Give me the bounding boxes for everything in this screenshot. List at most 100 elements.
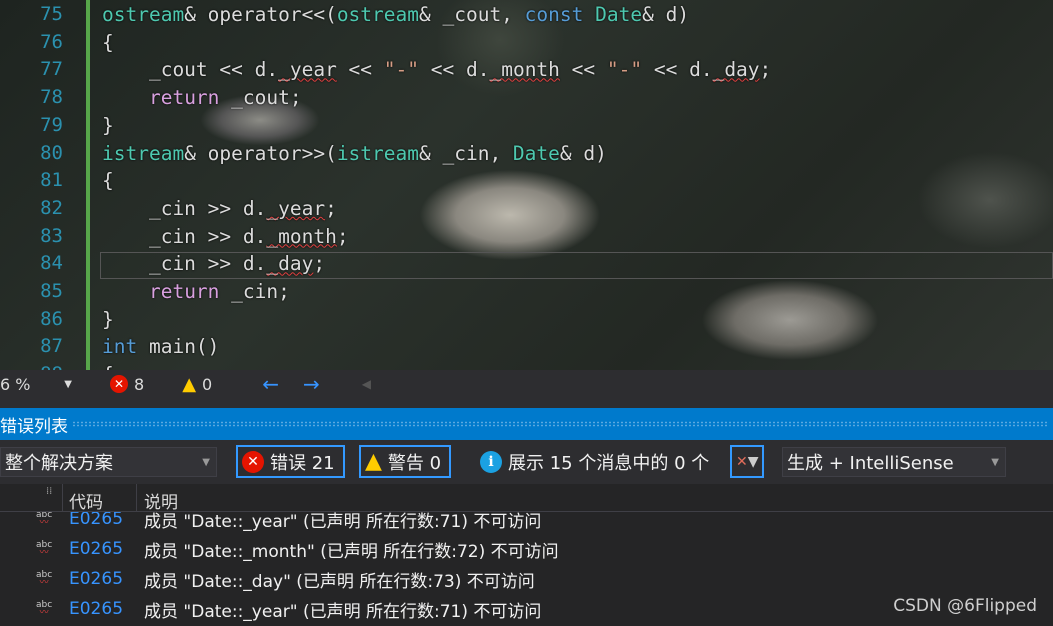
- chevron-down-icon: ▼: [202, 456, 210, 468]
- code-token: return: [148, 280, 220, 303]
- error-icon: ✕: [110, 375, 128, 393]
- code-token: ;: [336, 224, 349, 248]
- error-code-link[interactable]: E0265: [69, 569, 123, 589]
- error-row[interactable]: abc 〰 E0265 成员 "Date::_year" (已声明 所在行数:71) …: [0, 512, 1053, 534]
- watermark: CSDN @6Flipped: [893, 596, 1037, 616]
- warning-icon: ▲: [182, 373, 197, 395]
- spelling-error-icon: abc 〰: [36, 600, 53, 618]
- code-token: & _cout,: [419, 3, 525, 26]
- line-number: 85: [40, 280, 63, 302]
- code-token: _year: [266, 196, 326, 220]
- errors-filter-button[interactable]: ✕ 错误 21: [236, 445, 345, 478]
- code-line[interactable]: {: [102, 169, 114, 192]
- code-line[interactable]: _cin >> d._month;: [102, 225, 349, 248]
- code-line[interactable]: istream& operator>>(istream& _cin, Date&…: [102, 142, 607, 165]
- spelling-error-icon: abc 〰: [36, 512, 53, 528]
- code-token: <<: [559, 58, 607, 82]
- error-code-link[interactable]: E0265: [69, 599, 123, 619]
- code-line[interactable]: }: [102, 308, 114, 331]
- error-description: 成员 "Date::_month" (已声明 所在行数:72) 不可访问: [144, 541, 559, 562]
- error-icon: ✕: [242, 450, 264, 473]
- code-token: << d.: [642, 58, 713, 82]
- line-number: 82: [40, 196, 63, 219]
- arrow-right-icon[interactable]: →: [303, 372, 320, 396]
- code-token: ostream: [102, 3, 185, 26]
- error-list-title-bar: 错误列表: [0, 408, 1053, 440]
- code-token: {: [102, 169, 114, 193]
- code-token: }: [102, 113, 114, 137]
- drag-grip[interactable]: [72, 421, 1049, 427]
- code-token: & d): [559, 141, 607, 165]
- code-line[interactable]: }: [102, 114, 114, 137]
- line-number: 78: [40, 86, 63, 109]
- code-token: istream: [102, 141, 185, 165]
- code-token: return: [148, 86, 220, 110]
- code-token: & _cin,: [419, 141, 513, 165]
- warning-count[interactable]: 0: [202, 375, 212, 394]
- error-description: 成员 "Date::_day" (已声明 所在行数:73) 不可访问: [144, 571, 535, 592]
- code-token: istream: [336, 141, 419, 165]
- source-dropdown[interactable]: 生成 + IntelliSense ▼: [782, 447, 1006, 477]
- error-code-link[interactable]: E0265: [69, 539, 123, 559]
- code-line[interactable]: {: [102, 363, 114, 370]
- line-number: 83: [40, 224, 63, 247]
- code-token: _month: [266, 224, 337, 248]
- code-line[interactable]: ostream& operator<<(ostream& _cout, cons…: [102, 3, 689, 26]
- code-token: ostream: [336, 3, 419, 26]
- line-number: 77: [40, 58, 63, 81]
- messages-filter-button[interactable]: i 展示 15 个消息中的 0 个: [474, 445, 719, 478]
- code-editor[interactable]: 75 ostream& operator<<(ostream& _cout, co…: [0, 0, 1053, 370]
- code-token: const: [524, 3, 584, 26]
- error-row[interactable]: abc 〰 E0265 成员 "Date::_day" (已声明 所在行数:73) 不…: [0, 564, 1053, 594]
- line-number: 80: [40, 141, 63, 164]
- error-code-link[interactable]: E0265: [69, 512, 123, 529]
- code-token: & operator>>(: [184, 141, 337, 165]
- code-token: ;: [313, 252, 326, 276]
- code-line[interactable]: _cin >> d._year;: [102, 197, 337, 220]
- code-token: & d): [642, 3, 690, 26]
- warnings-filter-button[interactable]: ▲ 警告 0: [359, 445, 452, 478]
- column-code[interactable]: 代码: [69, 488, 103, 513]
- code-token: _day: [266, 252, 314, 276]
- line-number: 87: [40, 335, 63, 358]
- code-token: _year: [278, 58, 337, 82]
- filter-clear-icon: ✕▼: [736, 453, 759, 470]
- column-description[interactable]: 说明: [144, 488, 178, 513]
- error-list-toolbar: 整个解决方案 ▼ ✕ 错误 21 ▲ 警告 0 i 展示 15 个消息中的 0 个 ✕▼…: [0, 440, 1053, 484]
- column-header: ⁞⁞ 代码 说明: [0, 484, 1053, 513]
- zoom-dropdown[interactable]: 6 % ▼: [0, 375, 72, 394]
- panel-title: 错误列表: [0, 416, 68, 437]
- code-token: _cin;: [219, 280, 290, 303]
- error-count[interactable]: 8: [134, 375, 144, 394]
- code-token: <<: [336, 58, 384, 82]
- warning-icon: ▲: [365, 449, 382, 474]
- chevron-down-icon: ▼: [991, 456, 999, 468]
- clear-filter-button[interactable]: ✕▼: [730, 445, 764, 478]
- arrow-left-icon[interactable]: ←: [262, 372, 279, 396]
- line-number: 88: [0, 363, 63, 370]
- code-token: Date: [595, 3, 643, 26]
- code-line[interactable]: int main(): [102, 335, 219, 358]
- code-line[interactable]: {: [102, 31, 114, 54]
- code-line[interactable]: return _cout;: [102, 86, 302, 109]
- code-token: main(): [137, 335, 220, 359]
- code-line[interactable]: _cin >> d._day;: [102, 252, 325, 275]
- spelling-error-icon: abc 〰: [36, 570, 53, 588]
- scope-dropdown[interactable]: 整个解决方案 ▼: [0, 447, 217, 477]
- scroll-left-icon[interactable]: ◀: [362, 377, 371, 391]
- code-line[interactable]: return _cin;: [102, 280, 290, 303]
- code-token: "-": [606, 58, 643, 82]
- info-icon: i: [480, 450, 502, 473]
- column-grip-icon[interactable]: ⁞⁞: [46, 486, 52, 497]
- line-number: 86: [40, 307, 63, 330]
- code-line[interactable]: _cout << d._year << "-" << d._month << "…: [102, 58, 771, 81]
- spelling-error-icon: abc 〰: [36, 540, 53, 558]
- code-token: }: [102, 307, 114, 331]
- error-row[interactable]: abc 〰 E0265 成员 "Date::_month" (已声明 所在行数:72)…: [0, 534, 1053, 564]
- splitter[interactable]: [0, 398, 1053, 408]
- code-token: ;: [325, 196, 337, 220]
- code-token: Date: [512, 141, 560, 165]
- editor-status-bar: 6 % ▼ ✕ 8 ▲ 0 ← → ◀: [0, 370, 1053, 398]
- code-token: "-": [383, 58, 420, 82]
